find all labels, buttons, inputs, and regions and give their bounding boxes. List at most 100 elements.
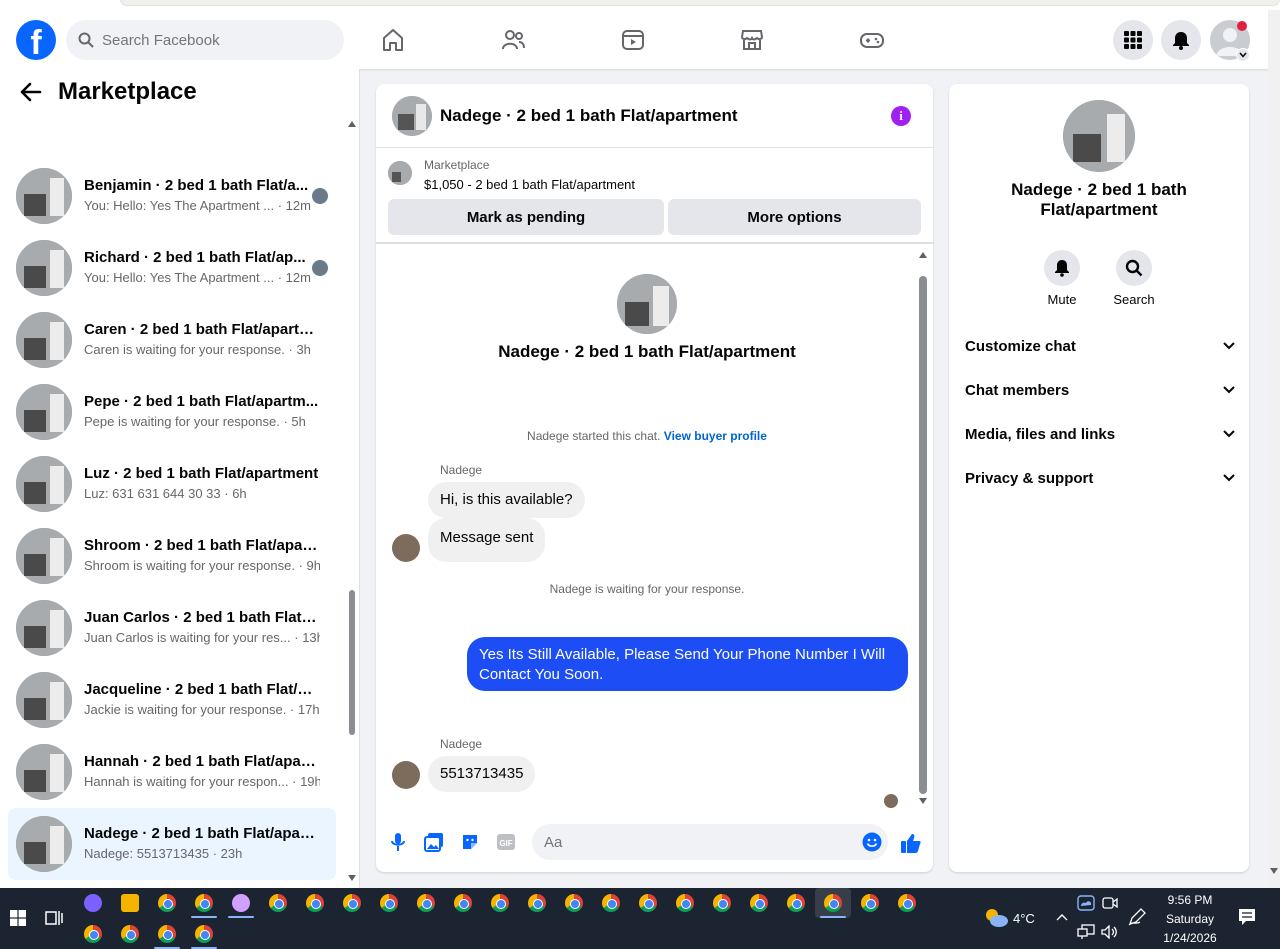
message-bubble[interactable]: 5513713435 (428, 756, 536, 792)
more-options-button[interactable]: More options (668, 199, 921, 235)
chrome-icon[interactable] (602, 894, 620, 912)
task-view-icon[interactable] (45, 909, 63, 927)
chrome-icon[interactable] (639, 894, 657, 912)
onedrive-icon[interactable] (1077, 895, 1095, 911)
chrome-icon[interactable] (528, 894, 546, 912)
listing-thumbnail[interactable] (388, 161, 412, 185)
chrome-icon[interactable] (417, 894, 435, 912)
conversation-item[interactable]: Caren · 2 bed 1 bath Flat/apartm... Caren… (8, 304, 336, 376)
chat-scrollbar[interactable] (917, 252, 929, 804)
sidebar-scrollbar[interactable] (346, 115, 358, 888)
conversation-item[interactable]: Benjamin · 2 bed 1 bath Flat/a... You: He… (8, 160, 336, 232)
microphone-icon[interactable] (387, 831, 409, 853)
chrome-icon[interactable] (565, 894, 583, 912)
volume-icon[interactable] (1101, 925, 1119, 939)
chrome-icon[interactable] (195, 894, 213, 912)
my-message-bubble[interactable]: Yes Its Still Available, Please Send You… (467, 637, 908, 691)
chrome-icon[interactable] (121, 925, 139, 943)
gaming-icon[interactable] (854, 22, 890, 58)
chrome-icon[interactable] (491, 894, 509, 912)
thread-avatar[interactable] (617, 274, 677, 334)
search-icon[interactable] (1116, 250, 1152, 286)
details-avatar[interactable] (1063, 100, 1135, 172)
marketplace-icon[interactable] (734, 22, 770, 58)
gif-icon[interactable]: GIF (495, 831, 517, 853)
chrome-icon[interactable] (84, 925, 102, 943)
chrome-icon[interactable] (195, 925, 213, 943)
conversation-item[interactable]: Pepe · 2 bed 1 bath Flat/apartm... Pepe i… (8, 376, 336, 448)
tray-chevron-up-icon[interactable] (1056, 913, 1068, 921)
chrome-icon[interactable] (787, 894, 805, 912)
conversation-item[interactable]: Luz · 2 bed 1 bath Flat/apartment Luz: 63… (8, 448, 336, 520)
clock-day[interactable]: Saturday (1150, 912, 1230, 926)
chrome-icon[interactable] (454, 894, 472, 912)
privacy-support-row[interactable]: Privacy & support (965, 460, 1235, 496)
chrome-icon[interactable] (713, 894, 731, 912)
weather-icon[interactable] (983, 906, 1009, 928)
clock-date[interactable]: 1/24/2026 (1150, 931, 1230, 945)
chat-scroll-thumb[interactable] (919, 276, 927, 794)
pen-icon[interactable] (1128, 908, 1146, 926)
notifications-icon[interactable] (1161, 20, 1201, 60)
message-input-box[interactable] (532, 824, 888, 860)
mute-action[interactable]: Mute (1032, 250, 1092, 307)
home-icon[interactable] (375, 22, 411, 58)
conversation-item[interactable]: Jacqueline · 2 bed 1 bath Flat/ap... Jack… (8, 664, 336, 736)
page-scrollbar[interactable] (1268, 10, 1280, 888)
view-buyer-profile-link[interactable]: View buyer profile (664, 429, 767, 443)
conversation-item[interactable]: Nadege · 2 bed 1 bath Flat/apart... Nadeg… (8, 808, 336, 880)
bell-icon[interactable] (1044, 250, 1080, 286)
video-icon[interactable] (615, 22, 651, 58)
weather-temp[interactable]: 4°C (1013, 911, 1035, 926)
back-arrow-icon[interactable] (20, 82, 42, 102)
chat-members-row[interactable]: Chat members (965, 372, 1235, 408)
meet-icon[interactable] (1102, 896, 1118, 910)
notification-center-icon[interactable] (1238, 908, 1256, 926)
chrome-icon[interactable] (824, 894, 842, 912)
search-bar[interactable] (66, 20, 344, 60)
listing-title[interactable]: $1,050 - 2 bed 1 bath Flat/apartment (424, 177, 635, 192)
conversation-item[interactable]: Hannah · 2 bed 1 bath Flat/apart... Hanna… (8, 736, 336, 808)
conversation-item[interactable]: Richard · 2 bed 1 bath Flat/ap... You: He… (8, 232, 336, 304)
message-bubble[interactable]: Message sent (428, 518, 546, 562)
chevron-down-icon[interactable] (1236, 48, 1250, 62)
customize-chat-row[interactable]: Customize chat (965, 328, 1235, 364)
sender-avatar[interactable] (392, 761, 420, 789)
windows-start-icon[interactable] (10, 910, 26, 926)
file-explorer-icon[interactable] (121, 894, 139, 912)
sender-avatar[interactable] (392, 534, 420, 562)
chrome-icon[interactable] (380, 894, 398, 912)
chrome-icon[interactable] (898, 894, 916, 912)
friends-icon[interactable] (495, 22, 531, 58)
chrome-icon[interactable] (306, 894, 324, 912)
message-bubble[interactable]: Hi, is this available? (428, 482, 585, 518)
chrome-icon[interactable] (269, 894, 287, 912)
chrome-icon[interactable] (158, 925, 176, 943)
info-icon[interactable]: i (891, 106, 911, 126)
conversation-item[interactable]: Juan Carlos · 2 bed 1 bath Flat/a... Juan… (8, 592, 336, 664)
emoji-icon[interactable] (862, 832, 882, 852)
chrome-icon[interactable] (158, 894, 176, 912)
message-input[interactable] (544, 833, 844, 851)
media-files-links-row[interactable]: Media, files and links (965, 416, 1235, 452)
thumbs-up-icon[interactable] (899, 831, 923, 855)
copilot-icon[interactable] (84, 894, 102, 912)
chrome-icon[interactable] (861, 894, 879, 912)
mark-pending-button[interactable]: Mark as pending (388, 199, 664, 235)
paint-icon[interactable] (232, 894, 250, 912)
clock-time[interactable]: 9:56 PM (1150, 893, 1230, 907)
chat-title[interactable]: Nadege · 2 bed 1 bath Flat/apartment (440, 106, 738, 126)
chrome-icon[interactable] (343, 894, 361, 912)
sticker-icon[interactable] (459, 831, 481, 853)
sidebar-scroll-thumb[interactable] (349, 590, 355, 735)
network-icon[interactable] (1077, 924, 1095, 940)
facebook-logo[interactable]: f (16, 20, 56, 60)
menu-grid-icon[interactable] (1113, 20, 1153, 60)
chrome-icon[interactable] (750, 894, 768, 912)
photo-icon[interactable] (423, 831, 445, 853)
search-input[interactable] (102, 31, 322, 49)
search-action[interactable]: Search (1104, 250, 1164, 307)
chat-avatar[interactable] (392, 95, 432, 136)
conversation-item[interactable]: Shroom · 2 bed 1 bath Flat/apart... Shroo… (8, 520, 336, 592)
chrome-icon[interactable] (676, 894, 694, 912)
